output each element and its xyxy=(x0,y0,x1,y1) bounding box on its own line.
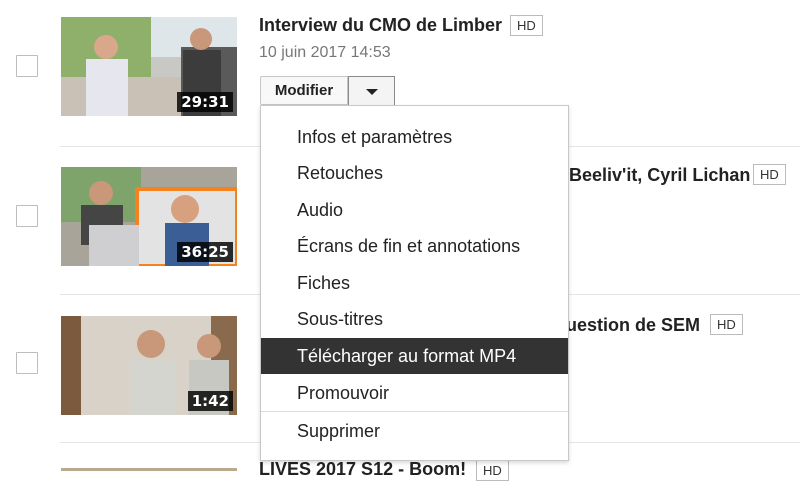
video-title[interactable]: uestion de SEM xyxy=(566,315,700,336)
hd-badge: HD xyxy=(510,15,543,36)
video-duration: 29:31 xyxy=(177,92,233,112)
select-checkbox[interactable] xyxy=(16,205,38,227)
video-thumbnail[interactable]: 29:31 xyxy=(61,17,237,116)
menu-item-delete[interactable]: Supprimer xyxy=(261,413,568,449)
video-title[interactable]: Beeliv'it, Cyril Lichan xyxy=(569,165,750,186)
caret-down-icon xyxy=(366,89,378,95)
video-thumbnail[interactable]: 36:25 xyxy=(61,167,237,266)
select-checkbox[interactable] xyxy=(16,55,38,77)
menu-separator xyxy=(261,411,568,412)
menu-item-promote[interactable]: Promouvoir xyxy=(261,375,568,411)
menu-item-audio[interactable]: Audio xyxy=(261,192,568,228)
video-title[interactable]: Interview du CMO de Limber xyxy=(259,15,502,36)
menu-item-cards[interactable]: Fiches xyxy=(261,265,568,301)
hd-badge: HD xyxy=(710,314,743,335)
menu-item-subtitles[interactable]: Sous-titres xyxy=(261,301,568,337)
video-duration: 1:42 xyxy=(187,391,233,411)
video-thumbnail[interactable] xyxy=(61,463,237,471)
dropdown-toggle-button[interactable] xyxy=(348,76,395,106)
select-checkbox[interactable] xyxy=(16,352,38,374)
edit-button[interactable]: Modifier xyxy=(260,76,348,105)
edit-dropdown-menu: Infos et paramètres Retouches Audio Écra… xyxy=(260,105,569,461)
menu-item-enhancements[interactable]: Retouches xyxy=(261,155,568,191)
menu-item-end-screens[interactable]: Écrans de fin et annotations xyxy=(261,228,568,264)
menu-item-download-mp4[interactable]: Télécharger au format MP4 xyxy=(261,338,568,374)
video-title[interactable]: LIVES 2017 S12 - Boom! xyxy=(259,459,466,480)
hd-badge: HD xyxy=(753,164,786,185)
video-duration: 36:25 xyxy=(177,242,233,262)
video-date: 10 juin 2017 14:53 xyxy=(259,44,391,61)
video-thumbnail[interactable]: 1:42 xyxy=(61,316,237,415)
menu-item-info-settings[interactable]: Infos et paramètres xyxy=(261,119,568,155)
